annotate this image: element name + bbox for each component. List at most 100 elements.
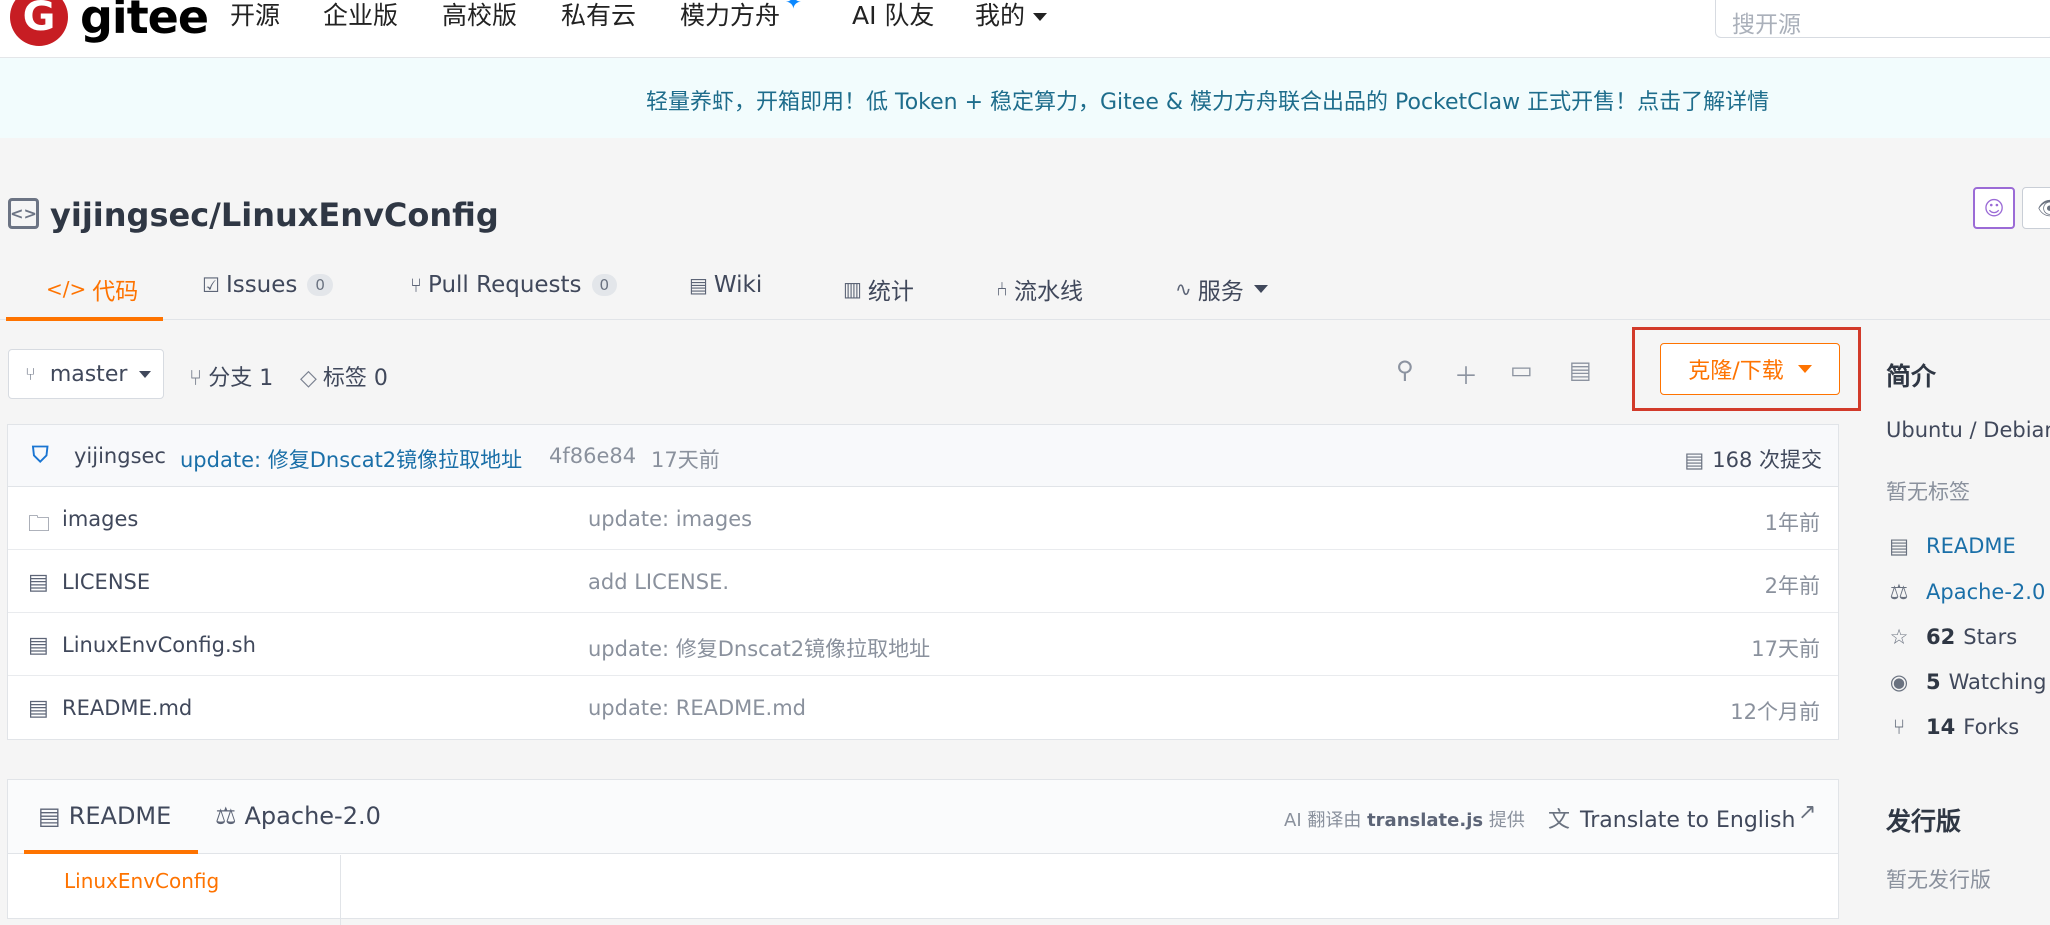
tab-pipeline[interactable]: ⑃ 流水线 [996,272,1083,306]
avatar[interactable]: ⛉ [32,443,58,469]
history-icon: ▤ [1684,448,1705,472]
file-name[interactable]: README.md [62,696,192,720]
branch-name: master [49,361,128,387]
file-name[interactable]: images [62,507,138,531]
search-input[interactable]: 搜开源 [1715,0,2050,38]
edit-icon[interactable]: ↗ [1798,800,1816,825]
sidebar-stars[interactable]: ☆ 62 Stars [1886,625,2018,649]
no-tags-text: 暂无标签 [1886,480,1970,504]
license-tab-label: Apache-2.0 [244,802,381,830]
nav-item-moli[interactable]: 模力方舟 [680,0,780,32]
search-icon[interactable]: ⚲ [1396,356,1414,384]
folder-icon: 🗀 [28,512,51,537]
commit-count: 168 次提交 [1712,448,1822,472]
file-row[interactable]: ▤ README.md update: README.md 12个月前 [8,676,1838,739]
code-icon: </> [46,277,87,301]
translate-brand[interactable]: translate.js [1367,810,1483,831]
readme-tabs: ▤ README ⚖ Apache-2.0 AI 翻译由 translate.js … [8,780,1838,854]
branch-icon: ⑂ [25,363,36,385]
repo-tabs: </> 代码 ☑ Issues 0 ⑂ Pull Requests 0 ▤ Wi… [0,252,2050,320]
nav-item-private-cloud[interactable]: 私有云 [561,0,636,32]
sidebar-forks[interactable]: ⑂ 14 Forks [1886,715,2019,739]
commit-message[interactable]: update: 修复Dnscat2镜像拉取地址 [180,444,522,474]
chevron-down-icon [1033,13,1048,21]
gitee-logo[interactable]: G gitee [10,0,209,46]
sidebar-license-link[interactable]: ⚖ Apache-2.0 [1886,580,2046,604]
file-row[interactable]: ▤ LICENSE add LICENSE. 2年前 [8,550,1838,613]
commit-count-link[interactable]: ▤ 168 次提交 [1684,444,1822,474]
branches-link[interactable]: ⑂ 分支 1 [189,360,273,392]
scale-icon: ⚖ [215,802,237,830]
readme-toc: LinuxEnvConfig [8,855,341,925]
nav-item-enterprise[interactable]: 企业版 [323,0,398,32]
nav-mine-label: 我的 [975,1,1026,30]
file-list: ⛉ yijingsec update: 修复Dnscat2镜像拉取地址 4f86… [7,424,1839,740]
bar-chart-icon: ▥ [843,277,862,301]
translate-button-label: Translate to English [1580,808,1796,833]
star-icon: ☆ [1889,625,1909,649]
no-release-text: 暂无发行版 [1886,868,1991,892]
document-icon: ▤ [1889,534,1909,558]
nav-item-mine[interactable]: 我的 [975,0,1048,32]
file-time: 1年前 [1764,511,1820,535]
top-navbar: G gitee 开源 企业版 高校版 私有云 模力方舟 ✦ AI 队友 我的 搜… [0,0,2050,58]
tab-stats[interactable]: ▥ 统计 [843,272,914,306]
tab-issues[interactable]: ☑ Issues 0 [202,272,333,298]
file-icon: ▤ [28,570,49,595]
repo-description: Ubuntu / Debian [1886,418,2050,442]
clone-label: 克隆/下载 [1688,359,1784,384]
tab-pull-requests[interactable]: ⑂ Pull Requests 0 [410,272,618,298]
web-ide-icon[interactable]: ▭ [1510,356,1533,384]
tags-link[interactable]: ◇ 标签 0 [300,360,388,392]
banner-link[interactable]: 轻量养虾，开箱即用！低 Token + 稳定算力，Gitee & 模力方舟联合出… [646,84,1769,116]
watching-label: Watching [1948,670,2047,694]
tab-readme[interactable]: ▤ README [38,802,171,830]
sidebar-watching[interactable]: ◉ 5 Watching [1886,670,2047,694]
watching-count: 5 [1926,670,1941,694]
scale-icon: ⚖ [1889,580,1909,604]
tab-label: 服务 [1197,279,1244,305]
repo-title[interactable]: yijingsec/LinuxEnvConfig [50,196,499,234]
file-row[interactable]: 🗀 images update: images 1年前 [8,487,1838,550]
pulse-icon: ∿ [1175,277,1192,301]
ai-assistant-button[interactable]: ☺ [1973,187,2015,229]
commit-hash[interactable]: 4f86e84 [549,444,636,468]
translate-icon: 文 [1548,808,1571,833]
tab-label: Wiki [713,272,763,298]
tab-services[interactable]: ∿ 服务 [1175,272,1268,306]
active-tab-indicator [6,317,163,321]
chevron-down-icon [1797,365,1812,373]
file-time: 2年前 [1764,574,1820,598]
tab-wiki[interactable]: ▤ Wiki [689,272,762,298]
nav-item-ai-teammate[interactable]: AI 队友 [852,0,934,32]
translate-credit: AI 翻译由 translate.js 提供 [1284,806,1525,832]
toc-item[interactable]: LinuxEnvConfig [64,869,219,893]
clone-download-button[interactable]: 克隆/下载 [1660,343,1840,395]
pr-count-badge: 0 [591,274,618,296]
translate-suffix: 提供 [1488,810,1525,831]
tab-code[interactable]: </> 代码 [46,272,138,306]
watch-button[interactable]: 👁 [2022,187,2050,229]
nav-item-opensource[interactable]: 开源 [230,0,280,32]
commit-time: 17天前 [651,448,720,472]
branches-label: 分支 1 [208,366,274,391]
branch-select[interactable]: ⑂ master [8,349,164,399]
tab-label: Issues [225,272,298,298]
file-commit-message[interactable]: add LICENSE. [588,570,729,594]
add-icon[interactable]: ＋ [1454,356,1478,391]
comment-icon[interactable]: ▤ [1569,356,1592,384]
file-row[interactable]: ▤ LinuxEnvConfig.sh update: 修复Dnscat2镜像拉… [8,613,1838,676]
commit-author[interactable]: yijingsec [74,444,166,468]
file-commit-message[interactable]: update: 修复Dnscat2镜像拉取地址 [588,633,930,663]
chevron-down-icon [139,370,152,378]
file-icon: ▤ [28,633,49,658]
file-commit-message[interactable]: update: README.md [588,696,806,720]
translate-button[interactable]: 文 Translate to English [1548,802,1795,834]
file-name[interactable]: LICENSE [62,570,150,594]
nav-item-education[interactable]: 高校版 [442,0,517,32]
file-commit-message[interactable]: update: images [588,507,752,531]
tab-license[interactable]: ⚖ Apache-2.0 [215,802,381,830]
sidebar-readme-link[interactable]: ▤ README [1886,534,2016,558]
issues-icon: ☑ [202,273,220,297]
file-name[interactable]: LinuxEnvConfig.sh [62,633,256,657]
